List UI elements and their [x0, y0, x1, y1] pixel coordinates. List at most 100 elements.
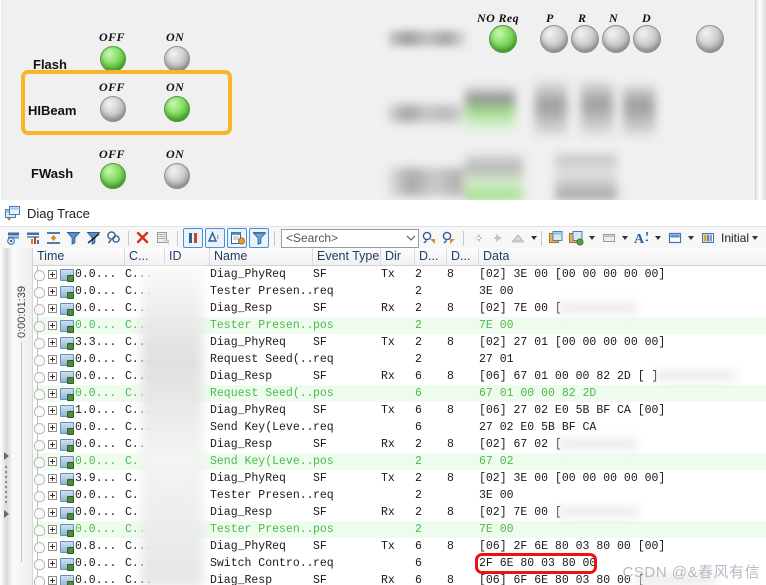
- redacted-widget-1: [465, 86, 515, 131]
- column-config-caret-icon[interactable]: [589, 236, 595, 240]
- column-header-name[interactable]: Name: [210, 248, 313, 265]
- expand-row-icon[interactable]: [48, 304, 57, 313]
- column-header-time[interactable]: Time: [33, 248, 125, 265]
- display-mode-caret-icon[interactable]: [622, 236, 628, 240]
- expand-row-icon[interactable]: [48, 406, 57, 415]
- search-input[interactable]: <Search>: [281, 228, 419, 248]
- expand-collapse-icon[interactable]: [45, 229, 63, 247]
- breakpoint-bulb-icon[interactable]: [34, 321, 45, 332]
- colour-config-icon[interactable]: [666, 229, 684, 247]
- expand-row-icon[interactable]: [48, 474, 57, 483]
- delete-icon[interactable]: [134, 229, 152, 247]
- font-size-icon[interactable]: A: [633, 229, 651, 247]
- cell-name: Request Seed(...: [210, 387, 313, 400]
- breakpoint-bulb-icon[interactable]: [34, 474, 45, 485]
- breakpoint-bulb-icon[interactable]: [34, 440, 45, 451]
- breakpoint-bulb-icon[interactable]: [34, 304, 45, 315]
- column-header-id[interactable]: ID: [165, 248, 210, 265]
- led-flash-off[interactable]: [100, 46, 126, 72]
- led-gear-n[interactable]: [602, 25, 630, 53]
- expand-row-icon[interactable]: [48, 423, 57, 432]
- nav-back-icon[interactable]: [469, 229, 487, 247]
- led-gear-p[interactable]: [540, 25, 568, 53]
- copy-rows-icon[interactable]: [154, 229, 172, 247]
- expand-row-icon[interactable]: [48, 576, 57, 585]
- led-gear-no-req[interactable]: [489, 25, 517, 53]
- column-header-event[interactable]: Event Type: [313, 248, 381, 265]
- expand-row-icon[interactable]: [48, 440, 57, 449]
- breakpoint-bulb-icon[interactable]: [34, 287, 45, 298]
- column-header-c[interactable]: C...: [125, 248, 165, 265]
- expand-row-icon[interactable]: [48, 355, 57, 364]
- expand-row-icon[interactable]: [48, 525, 57, 534]
- search-next-icon[interactable]: [440, 229, 458, 247]
- cell-dlc: 2: [415, 523, 422, 536]
- led-hibeam-on[interactable]: [164, 96, 190, 122]
- expand-row-icon[interactable]: [48, 372, 57, 381]
- nav-forward-icon[interactable]: [489, 229, 507, 247]
- led-gear-r[interactable]: [571, 25, 599, 53]
- search-prev-icon[interactable]: [420, 229, 438, 247]
- filter-icon[interactable]: [65, 229, 83, 247]
- colour-config-caret-icon[interactable]: [688, 236, 694, 240]
- gear-caption-p: P: [546, 11, 554, 25]
- layout-preset-caret-icon[interactable]: [752, 236, 759, 240]
- redacted-widget-2: [535, 80, 567, 136]
- breakpoint-bulb-icon[interactable]: [34, 355, 45, 366]
- layout-preset-icon[interactable]: [699, 229, 717, 247]
- breakpoint-bulb-icon[interactable]: [34, 389, 45, 400]
- font-size-caret-icon[interactable]: [655, 236, 661, 240]
- column-header-d1[interactable]: D...: [415, 248, 447, 265]
- breakpoint-bulb-icon[interactable]: [34, 525, 45, 536]
- chevron-down-icon[interactable]: [404, 231, 418, 246]
- remove-filter-icon[interactable]: [85, 229, 103, 247]
- led-fwash-on[interactable]: [164, 163, 190, 189]
- breakpoint-bulb-icon[interactable]: [34, 559, 45, 570]
- bookmark-icon[interactable]: [509, 229, 527, 247]
- led-gear-d[interactable]: [633, 25, 661, 53]
- expand-row-icon[interactable]: [48, 542, 57, 551]
- breakpoint-bulb-icon[interactable]: [34, 372, 45, 383]
- led-hibeam-off[interactable]: [100, 96, 126, 122]
- cell-name: Send Key(Leve...: [210, 421, 313, 434]
- expand-row-icon[interactable]: [48, 287, 57, 296]
- breakpoint-bulb-icon[interactable]: [34, 576, 45, 585]
- breakpoint-bulb-icon[interactable]: [34, 338, 45, 349]
- expand-row-icon[interactable]: [48, 270, 57, 279]
- breakpoint-bulb-icon[interactable]: [34, 457, 45, 468]
- indicator-label-fwash: FWash: [31, 166, 74, 181]
- breakpoint-bulb-icon[interactable]: [34, 270, 45, 281]
- led-fwash-off[interactable]: [100, 163, 126, 189]
- clear-all-icon[interactable]: [5, 229, 23, 247]
- message-icon: [60, 575, 74, 585]
- column-header-dir[interactable]: Dir: [381, 248, 415, 265]
- pause-icon[interactable]: [183, 228, 203, 248]
- column-config-icon[interactable]: [567, 229, 585, 247]
- expand-row-icon[interactable]: [48, 457, 57, 466]
- splitter-handle[interactable]: [1, 448, 11, 528]
- expand-row-icon[interactable]: [48, 508, 57, 517]
- statistics-icon[interactable]: [25, 229, 43, 247]
- expand-row-icon[interactable]: [48, 321, 57, 330]
- breakpoint-bulb-icon[interactable]: [34, 491, 45, 502]
- breakpoint-bulb-icon[interactable]: [34, 508, 45, 519]
- time-delta-icon[interactable]: t: [205, 228, 225, 248]
- column-header-data[interactable]: Data: [479, 248, 766, 265]
- led-gear-extra[interactable]: [696, 25, 724, 53]
- auto-scroll-icon[interactable]: [227, 228, 247, 248]
- expand-row-icon[interactable]: [48, 491, 57, 500]
- expand-row-icon[interactable]: [48, 559, 57, 568]
- column-header-d2[interactable]: D...: [447, 248, 479, 265]
- window-layout-icon[interactable]: [547, 229, 565, 247]
- layout-preset-label[interactable]: Initial: [721, 231, 749, 245]
- find-icon[interactable]: [105, 229, 123, 247]
- bookmark-caret-icon[interactable]: [531, 236, 537, 240]
- breakpoint-bulb-icon[interactable]: [34, 542, 45, 553]
- breakpoint-bulb-icon[interactable]: [34, 423, 45, 434]
- breakpoint-bulb-icon[interactable]: [34, 406, 45, 417]
- led-flash-on[interactable]: [164, 46, 190, 72]
- expand-row-icon[interactable]: [48, 389, 57, 398]
- display-mode-icon[interactable]: [600, 229, 618, 247]
- apply-filter-icon[interactable]: [249, 228, 269, 248]
- expand-row-icon[interactable]: [48, 338, 57, 347]
